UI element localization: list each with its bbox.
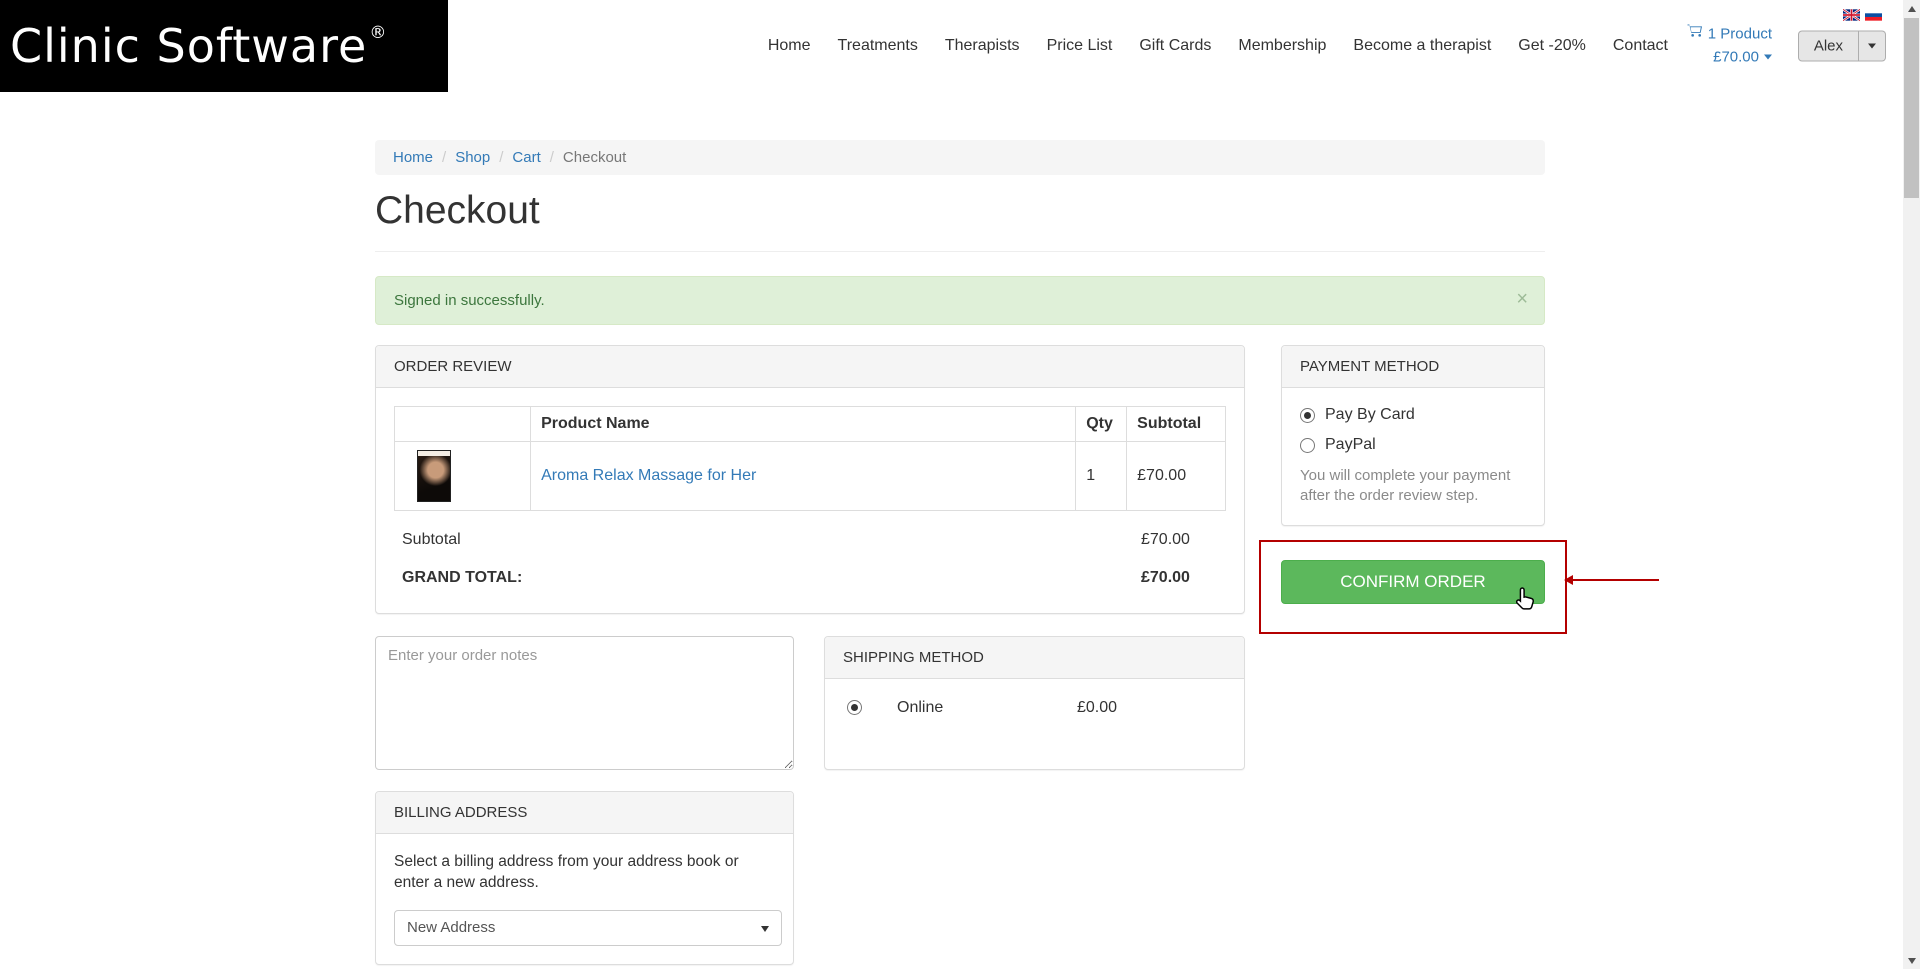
billing-address-panel: BILLING ADDRESS Select a billing address… bbox=[375, 791, 794, 965]
flag-en-icon[interactable] bbox=[1843, 9, 1860, 21]
paypal-label: PayPal bbox=[1325, 436, 1376, 454]
page-title: Checkout bbox=[375, 189, 1545, 233]
payment-method-body: Pay By Card PayPal You will complete you… bbox=[1282, 388, 1544, 525]
product-image-cell bbox=[395, 442, 531, 511]
chevron-down-icon bbox=[1868, 44, 1876, 49]
scrollbar-thumb[interactable] bbox=[1904, 18, 1919, 198]
user-button[interactable]: Alex bbox=[1798, 31, 1859, 62]
left-column: ORDER REVIEW Product Name Qty Subtotal A… bbox=[375, 345, 1245, 965]
nav-item-membership[interactable]: Membership bbox=[1238, 37, 1326, 55]
payment-method-heading: PAYMENT METHOD bbox=[1282, 346, 1544, 388]
order-notes-input[interactable] bbox=[375, 636, 794, 770]
billing-address-body: Select a billing address from your addre… bbox=[376, 834, 793, 964]
close-icon[interactable]: × bbox=[1516, 289, 1528, 309]
breadcrumb: Home / Shop / Cart / Checkout bbox=[375, 140, 1545, 175]
shipping-option-label: Online bbox=[897, 699, 943, 717]
order-table: Product Name Qty Subtotal Aroma Relax Ma… bbox=[394, 406, 1226, 511]
header: Clinic Software® Home Treatments Therapi… bbox=[0, 0, 1920, 92]
grand-total-value: £70.00 bbox=[1141, 569, 1190, 587]
success-alert: Signed in successfully. × bbox=[375, 276, 1545, 325]
payment-note: You will complete your payment after the… bbox=[1300, 466, 1526, 507]
breadcrumb-current: Checkout bbox=[563, 149, 626, 166]
grand-total-row: GRAND TOTAL: £70.00 bbox=[394, 561, 1226, 595]
nav-item-therapists[interactable]: Therapists bbox=[945, 37, 1020, 55]
nav-item-get-discount[interactable]: Get -20% bbox=[1518, 37, 1586, 55]
scrollbar bbox=[1903, 0, 1920, 969]
nav-item-price-list[interactable]: Price List bbox=[1047, 37, 1113, 55]
shipping-method-heading: SHIPPING METHOD bbox=[825, 637, 1244, 679]
col-image-header bbox=[395, 407, 531, 442]
alert-message: Signed in successfully. bbox=[394, 292, 545, 309]
payment-method-panel: PAYMENT METHOD Pay By Card PayPal You wi… bbox=[1281, 345, 1545, 526]
checkout-main: ORDER REVIEW Product Name Qty Subtotal A… bbox=[375, 345, 1545, 965]
main-nav: Home Treatments Therapists Price List Gi… bbox=[768, 0, 1668, 92]
paypal-option[interactable]: PayPal bbox=[1300, 436, 1526, 454]
product-qty-cell: 1 bbox=[1076, 442, 1127, 511]
shipping-option-row: Online £0.00 bbox=[825, 679, 1244, 738]
order-review-heading: ORDER REVIEW bbox=[376, 346, 1244, 388]
nav-item-home[interactable]: Home bbox=[768, 37, 811, 55]
shipping-option-price: £0.00 bbox=[1077, 699, 1117, 717]
cart-icon bbox=[1687, 24, 1703, 47]
paypal-radio[interactable] bbox=[1300, 438, 1315, 453]
pay-by-card-option[interactable]: Pay By Card bbox=[1300, 406, 1526, 424]
subtotal-row: Subtotal £70.00 bbox=[394, 523, 1226, 557]
billing-address-select[interactable]: New Address bbox=[394, 910, 782, 946]
product-thumbnail[interactable] bbox=[417, 450, 451, 502]
breadcrumb-separator: / bbox=[499, 149, 503, 166]
user-dropdown-toggle[interactable] bbox=[1859, 31, 1886, 62]
scrollbar-up-arrow[interactable] bbox=[1903, 0, 1920, 17]
nav-item-gift-cards[interactable]: Gift Cards bbox=[1139, 37, 1211, 55]
flag-sk-icon[interactable] bbox=[1865, 9, 1882, 21]
order-review-body: Product Name Qty Subtotal Aroma Relax Ma… bbox=[376, 388, 1244, 613]
language-switcher bbox=[1843, 9, 1882, 21]
col-subtotal-header: Subtotal bbox=[1127, 407, 1226, 442]
breadcrumb-shop[interactable]: Shop bbox=[455, 149, 490, 166]
subtotal-label: Subtotal bbox=[402, 531, 461, 548]
notes-shipping-row: SHIPPING METHOD Online £0.00 bbox=[375, 636, 1245, 770]
logo[interactable]: Clinic Software® bbox=[0, 0, 448, 92]
cart-total: £70.00 bbox=[1713, 46, 1759, 69]
product-subtotal-cell: £70.00 bbox=[1127, 442, 1226, 511]
subtotal-value: £70.00 bbox=[1141, 531, 1190, 549]
nav-item-become-a-therapist[interactable]: Become a therapist bbox=[1353, 37, 1491, 55]
nav-item-contact[interactable]: Contact bbox=[1613, 37, 1668, 55]
breadcrumb-cart[interactable]: Cart bbox=[512, 149, 540, 166]
right-column: PAYMENT METHOD Pay By Card PayPal You wi… bbox=[1281, 345, 1545, 634]
annotation-arrow bbox=[1573, 579, 1659, 581]
product-link[interactable]: Aroma Relax Massage for Her bbox=[541, 467, 756, 484]
product-name-cell: Aroma Relax Massage for Her bbox=[531, 442, 1076, 511]
shipping-online-radio[interactable] bbox=[847, 700, 862, 715]
breadcrumb-home[interactable]: Home bbox=[393, 149, 433, 166]
cart-count: 1 Product bbox=[1708, 24, 1772, 47]
table-row: Aroma Relax Massage for Her 1 £70.00 bbox=[395, 442, 1226, 511]
pay-by-card-label: Pay By Card bbox=[1325, 406, 1415, 424]
cart-widget[interactable]: 1 Product £70.00 bbox=[1687, 24, 1772, 69]
pay-by-card-radio[interactable] bbox=[1300, 408, 1315, 423]
breadcrumb-separator: / bbox=[550, 149, 554, 166]
billing-address-heading: BILLING ADDRESS bbox=[376, 792, 793, 834]
billing-instruction: Select a billing address from your addre… bbox=[394, 852, 775, 894]
registered-mark: ® bbox=[369, 23, 387, 43]
scrollbar-down-arrow[interactable] bbox=[1903, 952, 1920, 969]
breadcrumb-separator: / bbox=[442, 149, 446, 166]
billing-address-selected: New Address bbox=[407, 919, 495, 936]
content: Home / Shop / Cart / Checkout Checkout S… bbox=[375, 140, 1545, 965]
logo-text: Clinic Software® bbox=[10, 19, 387, 73]
col-qty-header: Qty bbox=[1076, 407, 1127, 442]
shipping-method-panel: SHIPPING METHOD Online £0.00 bbox=[824, 636, 1245, 770]
user-menu: Alex bbox=[1798, 31, 1886, 62]
chevron-down-icon bbox=[761, 926, 769, 932]
chevron-down-icon bbox=[1764, 55, 1772, 60]
order-table-header-row: Product Name Qty Subtotal bbox=[395, 407, 1226, 442]
annotation-box: CONFIRM ORDER bbox=[1259, 540, 1567, 634]
order-review-panel: ORDER REVIEW Product Name Qty Subtotal A… bbox=[375, 345, 1245, 614]
confirm-order-button[interactable]: CONFIRM ORDER bbox=[1281, 560, 1545, 604]
page-header: Checkout bbox=[375, 189, 1545, 252]
grand-total-label: GRAND TOTAL: bbox=[402, 569, 522, 586]
nav-item-treatments[interactable]: Treatments bbox=[838, 37, 918, 55]
col-product-name-header: Product Name bbox=[531, 407, 1076, 442]
